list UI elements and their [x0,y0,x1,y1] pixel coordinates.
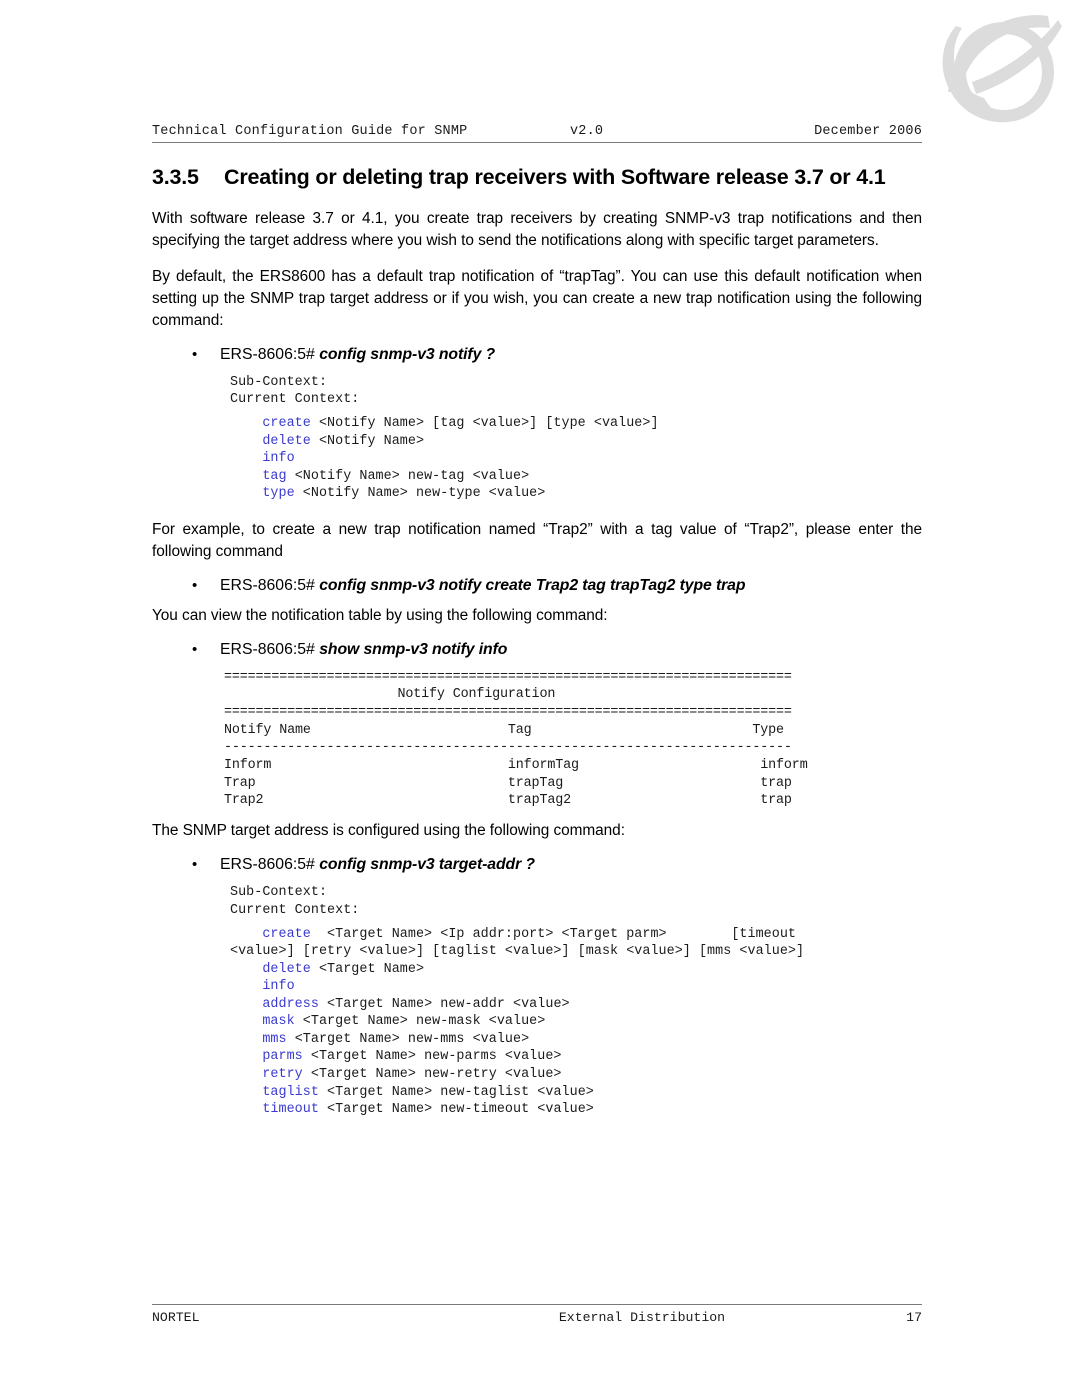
table-header-type: Type [752,722,784,738]
table-header-notify-name: Notify Name [224,722,311,738]
cli-command: config snmp-v3 notify create Trap2 tag t… [319,576,746,594]
table-cell-type: trap [760,793,792,809]
command-bullet-target-addr-help: • ERS-8606:5# config snmp-v3 target-addr… [152,856,922,874]
paragraph-intro: With software release 3.7 or 4.1, you cr… [152,210,922,250]
section-number: 3.3.5 [152,165,199,189]
current-context-label: Current Context: [230,392,360,408]
args-tag: <Notify Name> new-tag <value> [286,468,530,484]
running-header: Technical Configuration Guide for SNMP v… [152,124,922,143]
args-timeout: <Target Name> new-timeout <value> [318,1102,594,1118]
footer-page-number: 17 [906,1310,922,1325]
code-block-target-subcommands: create <Target Name> <Ip addr:port> <Tar… [152,926,922,1119]
sub-context-label: Sub-Context: [230,884,328,900]
args-create-line1: <Target Name> <Ip addr:port> <Target par… [310,926,797,942]
cli-prompt: ERS-8606:5# [220,576,320,594]
paragraph-target-addr: The SNMP target address is configured us… [152,822,625,840]
paragraph-example: For example, to create a new trap notifi… [152,520,922,560]
table-cell-type: inform [760,758,808,774]
table-cell-tag: informTag [507,758,579,774]
keyword-timeout: timeout [262,1102,319,1118]
table-row: Trap [224,775,256,791]
running-footer: NORTEL External Distribution 17 [152,1304,922,1325]
table-rule-bottom: ----------------------------------------… [224,740,792,756]
args-delete: <Target Name> [310,961,425,977]
args-parms: <Target Name> new-parms <value> [302,1049,562,1065]
keyword-info: info [262,451,295,467]
table-cell-type: trap [760,775,792,791]
cli-command: show snmp-v3 notify info [319,640,508,658]
page-content: 3.3.5 Creating or deleting trap receiver… [152,160,922,1125]
paragraph-view-table: You can view the notification table by u… [152,606,608,624]
table-row: Inform [224,758,272,774]
table-cell-tag: trapTag [507,775,564,791]
keyword-taglist: taglist [262,1084,319,1100]
bullet-dot-icon: • [192,345,198,363]
bullet-dot-icon: • [192,855,198,873]
command-bullet-notify-create: • ERS-8606:5# config snmp-v3 notify crea… [152,577,922,595]
bullet-dot-icon: • [192,640,198,658]
keyword-delete: delete [262,961,311,977]
notify-configuration-output: ========================================… [152,669,922,811]
args-retry: <Target Name> new-retry <value> [302,1067,562,1083]
cli-prompt: ERS-8606:5# [220,855,320,873]
code-block-notify-subcommands: create <Notify Name> [tag <value>] [type… [152,415,922,503]
args-mask: <Target Name> new-mask <value> [294,1014,546,1030]
footer-company: NORTEL [152,1310,200,1325]
keyword-delete: delete [262,433,311,449]
table-header-tag: Tag [507,722,532,738]
args-address: <Target Name> new-addr <value> [318,996,570,1012]
header-guide-title: Technical Configuration Guide for SNMP [152,124,468,139]
bullet-dot-icon: • [192,576,198,594]
section-title: Creating or deleting trap receivers with… [224,165,886,189]
nortel-globemark-logo [936,8,1062,132]
code-block-target-context: Sub-Context: Current Context: [152,884,922,920]
args-delete: <Notify Name> [310,433,425,449]
section-heading: 3.3.5 Creating or deleting trap receiver… [152,164,922,190]
keyword-create: create [262,926,311,942]
current-context-label: Current Context: [230,902,360,918]
command-bullet-show-notify-info: • ERS-8606:5# show snmp-v3 notify info [152,641,922,659]
sub-context-label: Sub-Context: [230,374,328,390]
args-type: <Notify Name> new-type <value> [294,486,546,502]
table-row: Trap2 [224,793,264,809]
header-version: v2.0 [570,124,604,139]
args-mms: <Target Name> new-mms <value> [286,1031,530,1047]
paragraph-default-trap: By default, the ERS8600 has a default tr… [152,267,922,329]
footer-distribution: External Distribution [558,1310,726,1325]
cli-command: config snmp-v3 target-addr ? [319,855,535,873]
args-create: <Notify Name> [tag <value>] [type <value… [310,416,659,432]
keyword-mask: mask [262,1014,295,1030]
cli-command: config snmp-v3 notify ? [319,345,496,363]
args-create-line2: <value>] [retry <value>] [taglist <value… [230,944,805,960]
keyword-mms: mms [262,1031,287,1047]
keyword-tag: tag [262,468,287,484]
args-taglist: <Target Name> new-taglist <value> [318,1084,594,1100]
keyword-info: info [262,979,295,995]
header-date: December 2006 [814,124,922,139]
command-bullet-notify-help: • ERS-8606:5# config snmp-v3 notify ? [152,346,922,364]
keyword-retry: retry [262,1067,303,1083]
code-block-notify-context: Sub-Context: Current Context: [152,374,922,410]
keyword-type: type [262,486,295,502]
keyword-address: address [262,996,319,1012]
table-title: Notify Configuration [397,687,556,703]
table-rule-top: ========================================… [224,669,792,685]
document-page: Technical Configuration Guide for SNMP v… [0,0,1080,1397]
table-rule-mid: ========================================… [224,704,792,720]
cli-prompt: ERS-8606:5# [220,345,320,363]
keyword-parms: parms [262,1049,303,1065]
keyword-create: create [262,416,311,432]
table-cell-tag: trapTag2 [507,793,571,809]
cli-prompt: ERS-8606:5# [220,640,320,658]
